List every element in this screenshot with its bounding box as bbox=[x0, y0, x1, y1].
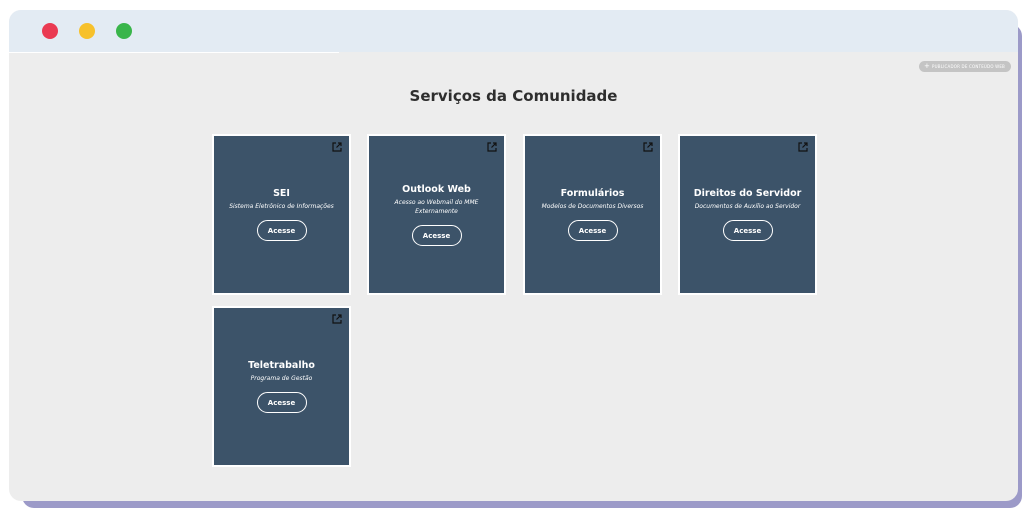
publisher-button-label: PUBLICADOR DE CONTEÚDO WEB bbox=[932, 64, 1005, 69]
card-subtitle: Acesso ao Webmail do MME Externamente bbox=[394, 198, 479, 215]
service-card-teletrabalho[interactable]: Teletrabalho Programa de Gestão Acesse bbox=[212, 306, 351, 467]
card-title: SEI bbox=[273, 188, 290, 199]
card-subtitle: Programa de Gestão bbox=[250, 375, 313, 382]
card-title: Outlook Web bbox=[402, 183, 471, 195]
acesse-button[interactable]: Acesse bbox=[256, 220, 307, 241]
acesse-button[interactable]: Acesse bbox=[411, 224, 462, 246]
acesse-button[interactable]: Acesse bbox=[722, 220, 773, 241]
browser-window: + PUBLICADOR DE CONTEÚDO WEB Serviços da … bbox=[9, 10, 1018, 501]
acesse-button[interactable]: Acesse bbox=[567, 220, 618, 241]
card-title: Teletrabalho bbox=[248, 360, 315, 371]
card-title: Direitos do Servidor bbox=[693, 188, 802, 199]
titlebar-divider bbox=[9, 52, 339, 53]
minimize-window-button[interactable] bbox=[79, 23, 95, 39]
service-card-sei[interactable]: SEI Sistema Eletrônico de Informações Ac… bbox=[212, 134, 351, 295]
service-card-formularios[interactable]: Formulários Modelos de Documentos Divers… bbox=[523, 134, 662, 295]
plus-icon: + bbox=[923, 62, 931, 70]
service-card-outlook-web[interactable]: Outlook Web Acesso ao Webmail do MME Ext… bbox=[367, 134, 506, 295]
maximize-window-button[interactable] bbox=[116, 23, 132, 39]
window-titlebar bbox=[9, 10, 1018, 52]
page-title: Serviços da Comunidade bbox=[409, 87, 618, 105]
card-subtitle: Modelos de Documentos Diversos bbox=[541, 203, 644, 210]
card-subtitle: Documentos de Auxílio ao Servidor bbox=[694, 203, 801, 210]
acesse-button[interactable]: Acesse bbox=[256, 392, 307, 413]
publisher-button[interactable]: + PUBLICADOR DE CONTEÚDO WEB bbox=[918, 61, 1011, 72]
card-subtitle: Sistema Eletrônico de Informações bbox=[229, 203, 334, 210]
card-title: Formulários bbox=[560, 188, 625, 199]
close-window-button[interactable] bbox=[42, 23, 58, 39]
service-card-direitos-do-servidor[interactable]: Direitos do Servidor Documentos de Auxíl… bbox=[678, 134, 817, 295]
